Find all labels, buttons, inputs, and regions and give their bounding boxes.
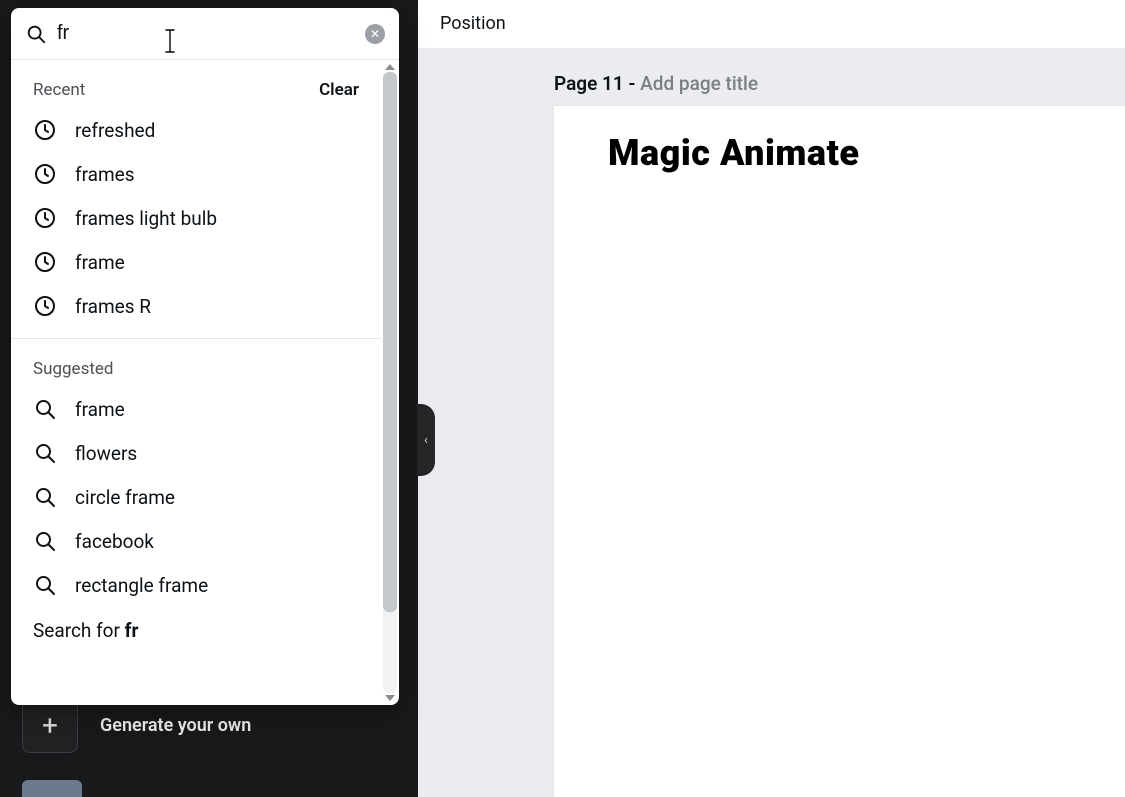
app-root: + Generate your own Position Page 11 - A… [0,0,1125,797]
search-for-row[interactable]: Search for fr [11,607,381,654]
close-icon: ✕ [370,28,380,40]
suggested-item-label: flowers [75,442,137,465]
search-header: ✕ [11,8,399,60]
search-icon [33,441,57,465]
recent-item-label: frame [75,251,125,274]
page-canvas[interactable]: Magic Animate [554,106,1125,797]
clock-icon [33,294,57,318]
suggested-section-header: Suggested [11,339,381,387]
suggested-item[interactable]: rectangle frame [11,563,381,607]
generate-plus-button[interactable]: + [22,697,78,753]
suggested-heading: Suggested [33,359,114,379]
search-input[interactable] [57,22,355,45]
clear-recent-button[interactable]: Clear [319,80,359,100]
recent-item[interactable]: frames light bulb [11,196,381,240]
editor-top-bar: Position [418,0,1125,48]
canvas-area: Page 11 - Add page title Magic Animate [418,48,1125,797]
page-heading-text[interactable]: Magic Animate [608,132,860,174]
clear-search-button[interactable]: ✕ [365,24,385,44]
chevron-left-icon: ‹ [424,433,428,448]
plus-icon: + [42,709,58,742]
panel-collapse-handle[interactable]: ‹ [417,404,435,476]
suggested-item-label: circle frame [75,486,175,509]
search-icon [33,397,57,421]
recent-item[interactable]: frame [11,240,381,284]
scroll-thumb[interactable] [383,72,397,612]
recent-heading: Recent [33,80,85,100]
scrollbar[interactable] [383,64,397,701]
suggestions-scroll-area: Recent Clear refreshed frames frames lig… [11,60,399,705]
suggested-item-label: frame [75,398,125,421]
search-icon [33,529,57,553]
search-icon [33,573,57,597]
suggested-item[interactable]: flowers [11,431,381,475]
search-icon [33,485,57,509]
result-thumbnail[interactable] [22,780,82,797]
clock-icon [33,250,57,274]
search-for-term: fr [125,619,139,642]
suggested-item-label: rectangle frame [75,574,208,597]
suggestions-list: Recent Clear refreshed frames frames lig… [11,60,381,705]
scroll-up-arrow-icon[interactable] [385,64,395,70]
search-suggestions-popup: ✕ Recent Clear refreshed frames [11,8,399,705]
scroll-track[interactable] [383,72,397,693]
page-number-label: Page 11 - [554,72,640,95]
recent-item-label: frames light bulb [75,207,217,230]
recent-item-label: frames [75,163,135,186]
search-for-prefix: Search for [33,619,125,642]
recent-item-label: frames R [75,295,151,318]
page-title-placeholder[interactable]: Add page title [640,72,758,95]
recent-item[interactable]: frames R [11,284,381,328]
generate-your-own-label: Generate your own [100,715,251,736]
clock-icon [33,206,57,230]
suggested-item-label: facebook [75,530,154,553]
recent-item[interactable]: frames [11,152,381,196]
recent-item[interactable]: refreshed [11,108,381,152]
scroll-down-arrow-icon[interactable] [385,695,395,701]
page-label[interactable]: Page 11 - Add page title [554,72,758,95]
suggested-item[interactable]: facebook [11,519,381,563]
clock-icon [33,162,57,186]
suggested-item[interactable]: frame [11,387,381,431]
recent-item-label: refreshed [75,119,155,142]
recent-section-header: Recent Clear [11,60,381,108]
search-icon [25,23,47,45]
clock-icon [33,118,57,142]
generate-your-own-row[interactable]: + Generate your own [22,697,251,753]
suggested-item[interactable]: circle frame [11,475,381,519]
position-button[interactable]: Position [440,13,506,34]
